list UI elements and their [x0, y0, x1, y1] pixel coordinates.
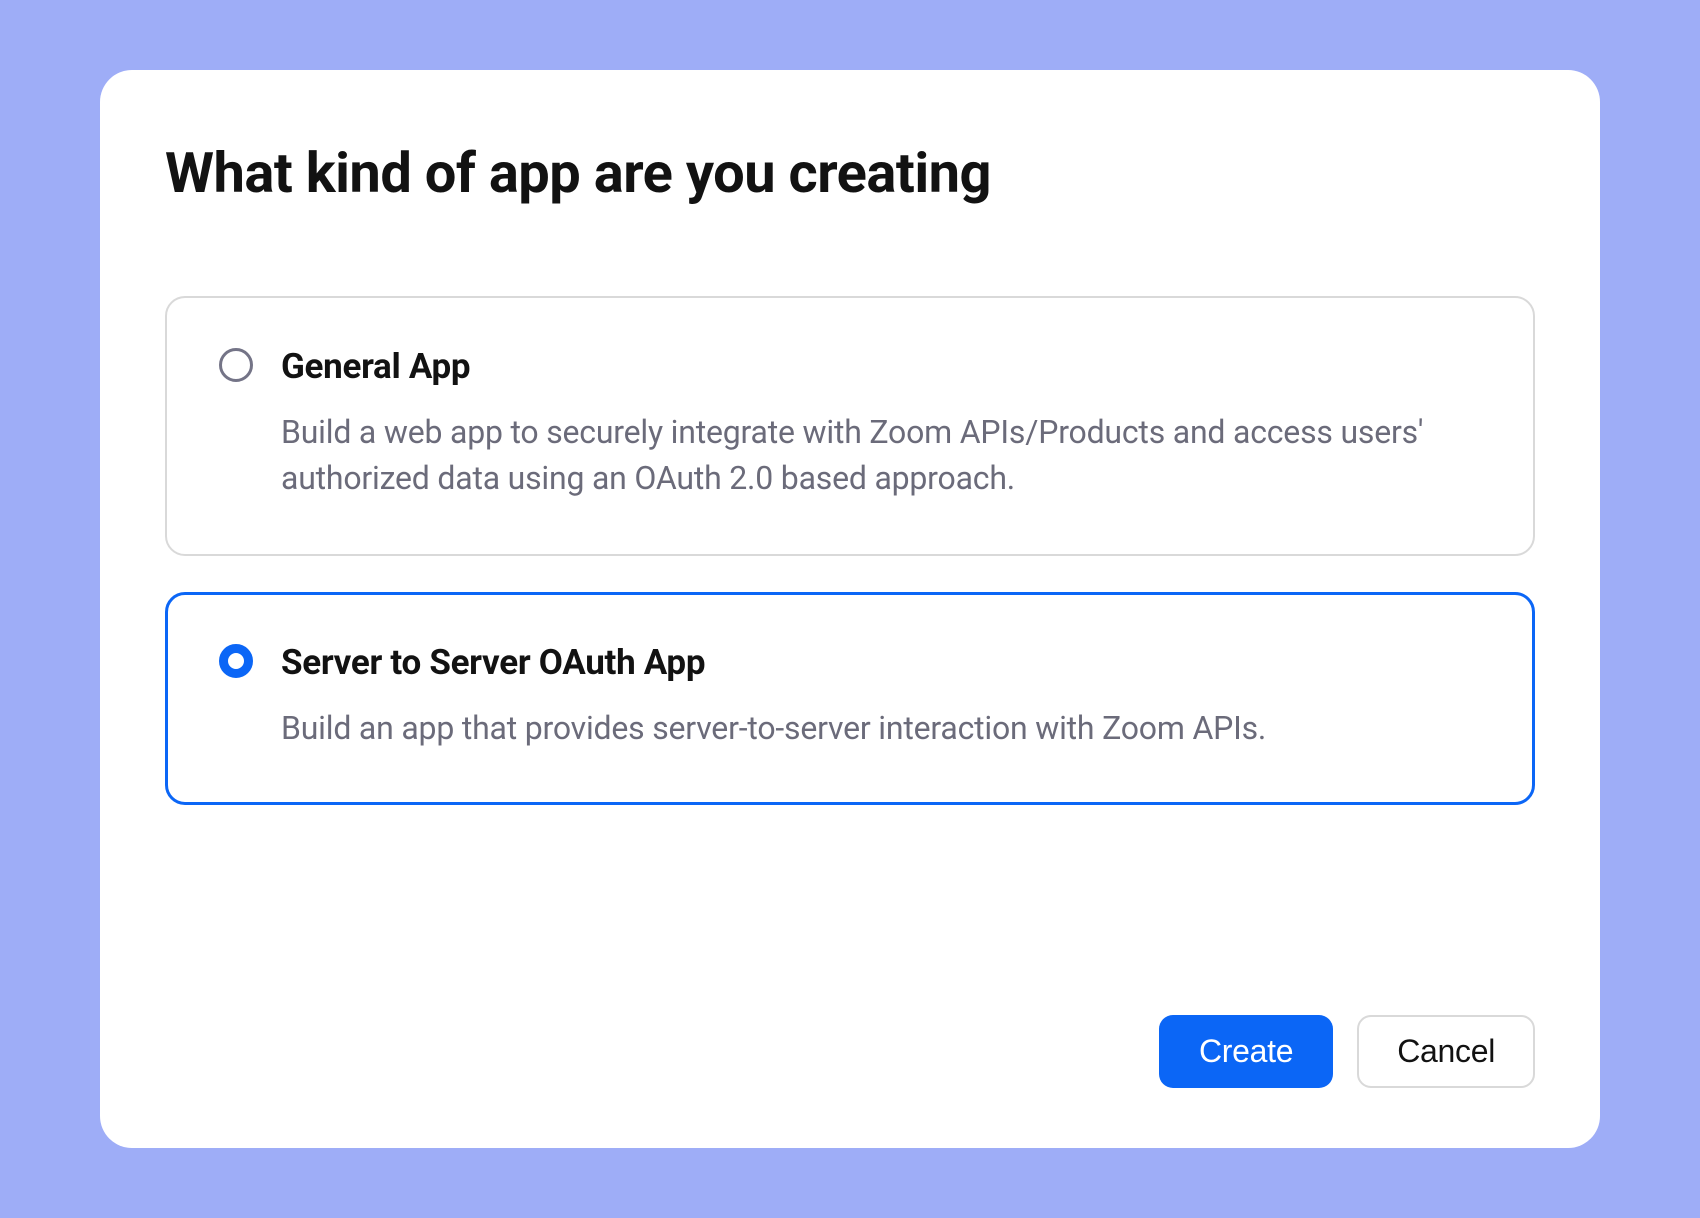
option-title: Server to Server OAuth App	[281, 642, 1473, 683]
option-server-to-server-oauth[interactable]: Server to Server OAuth App Build an app …	[165, 592, 1535, 805]
option-description: Build an app that provides server-to-ser…	[281, 705, 1473, 751]
create-button[interactable]: Create	[1159, 1015, 1333, 1088]
button-row: Create Cancel	[165, 1015, 1535, 1088]
option-content: Server to Server OAuth App Build an app …	[281, 642, 1473, 751]
dialog-title: What kind of app are you creating	[165, 140, 1535, 206]
option-description: Build a web app to securely integrate wi…	[281, 409, 1473, 502]
option-general-app[interactable]: General App Build a web app to securely …	[165, 296, 1535, 556]
option-title: General App	[281, 346, 1473, 387]
app-type-dialog: What kind of app are you creating Genera…	[100, 70, 1600, 1148]
radio-icon	[219, 348, 253, 382]
radio-icon	[219, 644, 253, 678]
options-container: General App Build a web app to securely …	[165, 296, 1535, 955]
option-content: General App Build a web app to securely …	[281, 346, 1473, 502]
cancel-button[interactable]: Cancel	[1357, 1015, 1535, 1088]
